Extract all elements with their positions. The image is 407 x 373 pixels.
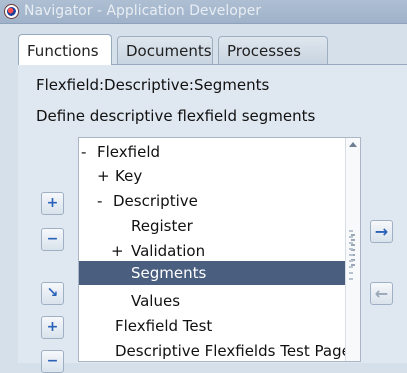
tree-item-validation[interactable]: + Validation (79, 239, 347, 263)
remove-from-top-ten-button[interactable]: ← (370, 282, 393, 305)
expand-button[interactable]: + (41, 192, 64, 215)
plus-icon: + (46, 195, 59, 211)
expand-branch-icon: ↘ (46, 285, 59, 301)
tree-item-label: Descriptive (113, 192, 198, 210)
expand-all-button[interactable]: + (41, 316, 64, 339)
tree-item-label: Validation (131, 242, 206, 260)
tree-item-label: Flexfield (97, 143, 161, 161)
tree-item-label: Flexfield Test (115, 317, 213, 335)
expand-branch-button[interactable]: ↘ (41, 282, 64, 305)
expand-all-icon: + (46, 319, 59, 335)
tree-item-label: Descriptive Flexfields Test Page (115, 342, 351, 360)
tree-item-toggle[interactable]: + (111, 242, 124, 260)
oracle-app-icon[interactable] (4, 4, 19, 19)
arrow-right-icon: → (374, 222, 389, 241)
tree-item-register[interactable]: Register (79, 214, 347, 238)
function-description: Define descriptive flexfield segments (36, 107, 316, 125)
tree-item-flexfield-test[interactable]: Flexfield Test (79, 314, 347, 338)
arrow-left-icon: ← (374, 284, 389, 303)
collapse-button[interactable]: − (41, 228, 64, 251)
function-path: Flexfield:Descriptive:Segments (36, 76, 270, 94)
tab-functions[interactable]: Functions (18, 34, 112, 65)
tab-processes[interactable]: Processes (218, 36, 328, 64)
tree-item-descriptive[interactable]: - Descriptive (79, 189, 347, 213)
title-bar: Navigator - Application Developer (0, 0, 407, 24)
tab-documents[interactable]: Documents (117, 36, 213, 64)
tree-item-label: Segments (131, 264, 207, 282)
tree-item-label: Values (131, 292, 181, 310)
tree-item-toggle[interactable]: + (97, 167, 110, 185)
tree-item-label: Register (131, 217, 193, 235)
splitter-grip[interactable] (349, 230, 353, 284)
tree-item-descriptive-flexfields-test-page[interactable]: Descriptive Flexfields Test Page (79, 339, 351, 361)
scroll-up-arrow-icon[interactable] (349, 142, 357, 147)
minus-icon: − (46, 231, 59, 247)
tree-item-segments[interactable]: Segments (79, 261, 347, 285)
tree-item-flexfield[interactable]: - Flexfield (79, 140, 347, 164)
tree-item-label: Key (115, 167, 143, 185)
function-tree[interactable]: - Flexfield + Key - Descriptive Register… (78, 137, 361, 362)
tree-item-values[interactable]: Values (79, 289, 347, 313)
tree-item-toggle[interactable]: - (81, 143, 86, 161)
add-to-top-ten-button[interactable]: → (370, 220, 393, 243)
tree-item-toggle[interactable]: - (97, 192, 102, 210)
tree-item-key[interactable]: + Key (79, 164, 347, 188)
window-title: Navigator - Application Developer (24, 3, 262, 19)
